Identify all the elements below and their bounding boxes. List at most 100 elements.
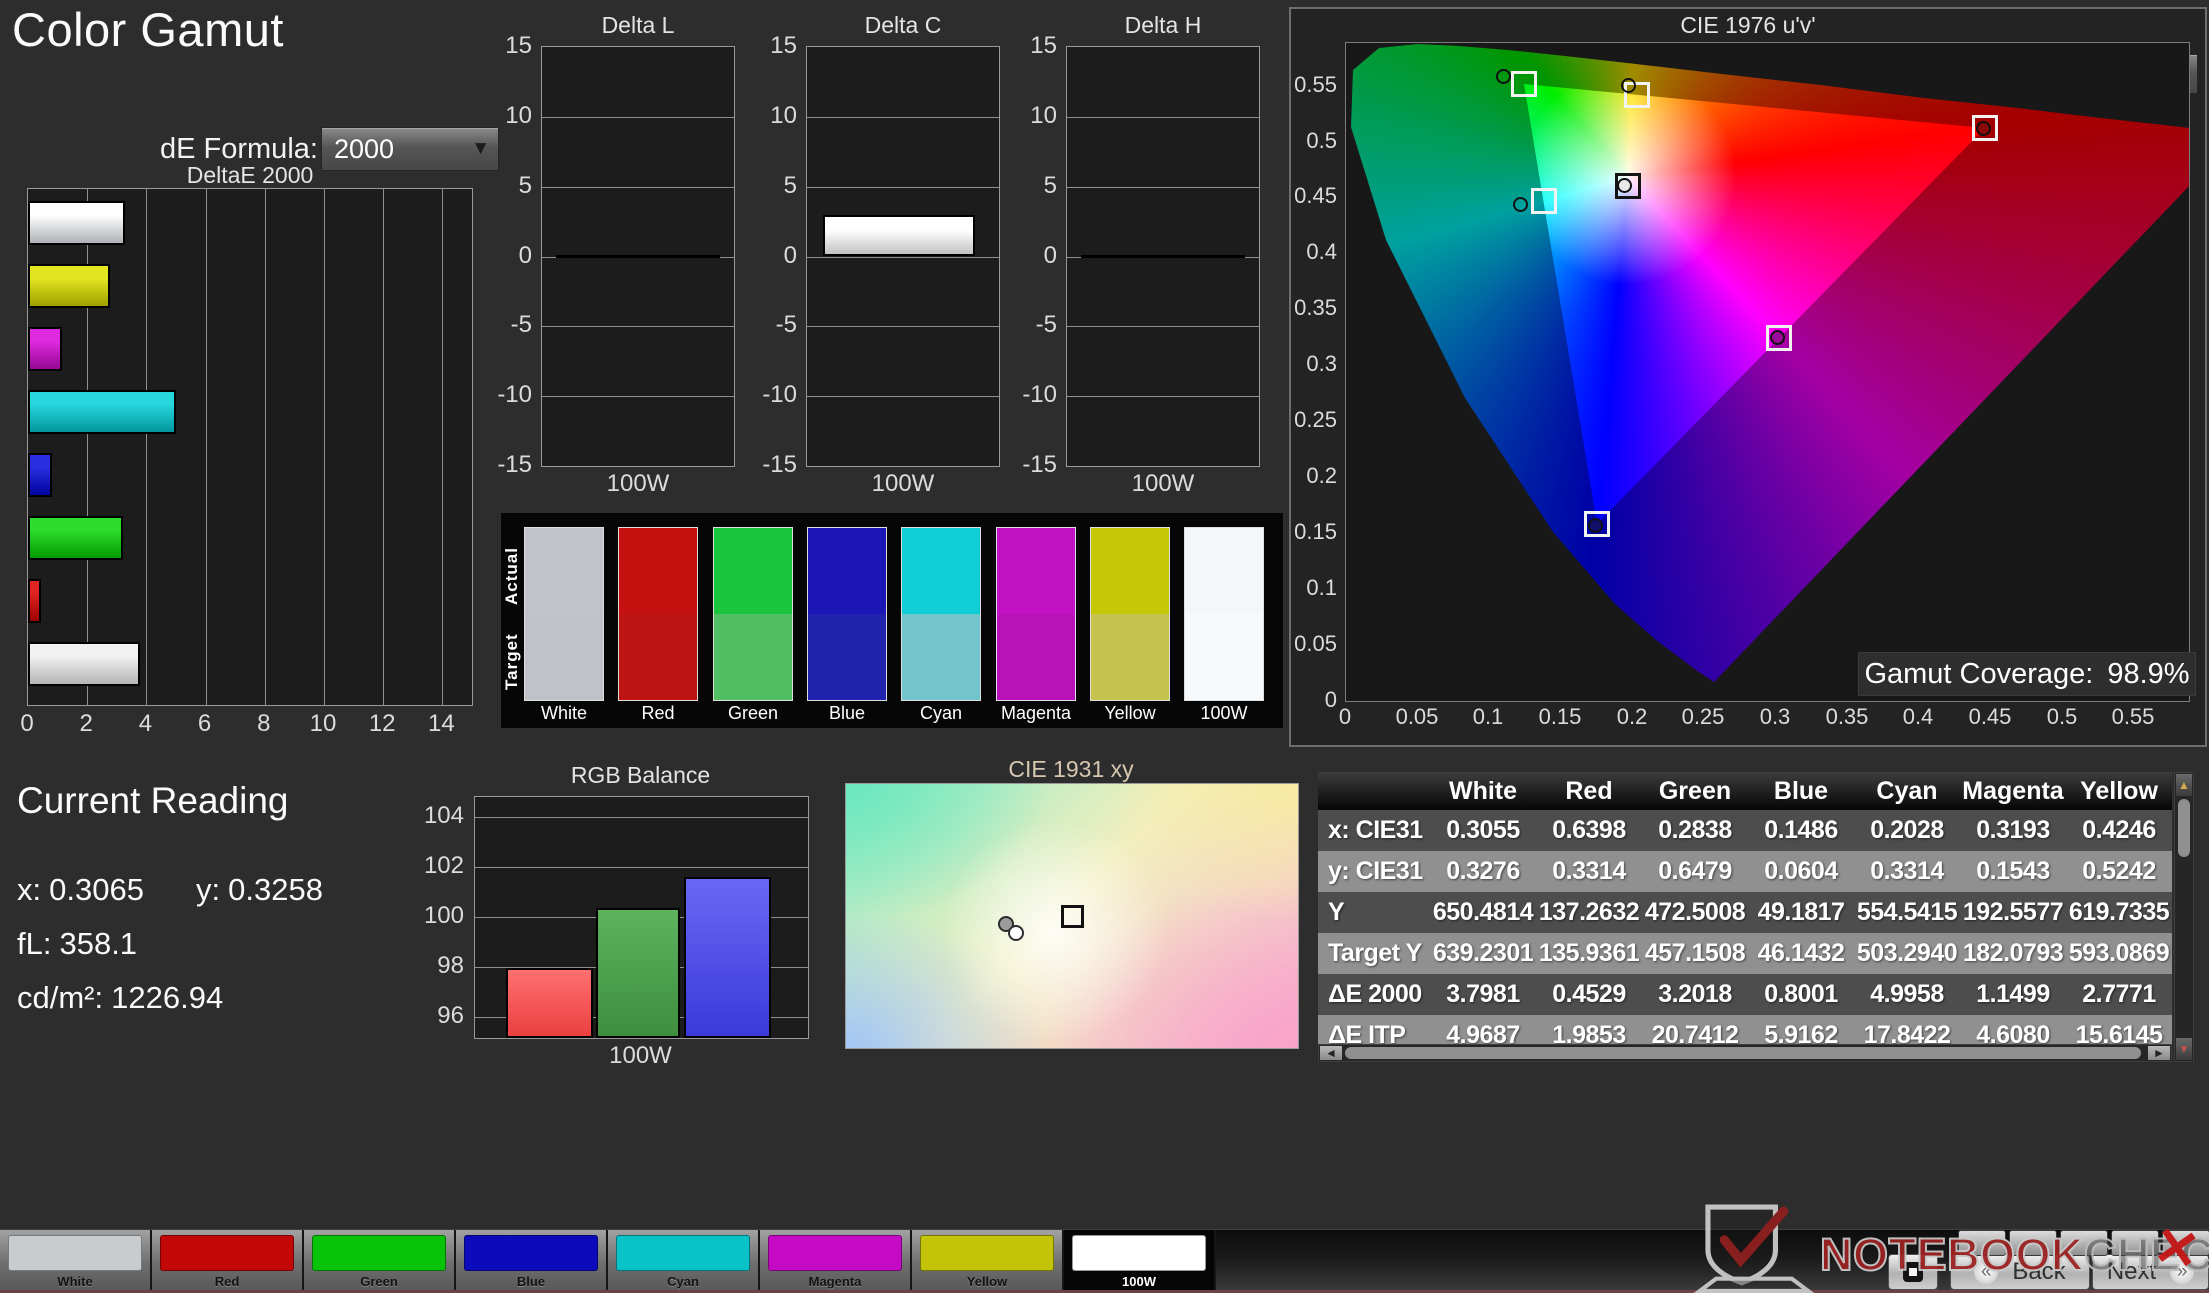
axis-tick-label: 15: [770, 32, 797, 59]
patch-swatch: [160, 1235, 294, 1271]
table-cell: 0.2838: [1658, 816, 1732, 844]
patch-button-label: Magenta: [808, 1274, 862, 1289]
patch-red: [618, 527, 698, 701]
patch-button-label: Green: [360, 1274, 398, 1289]
table-cell: 0.3314: [1552, 857, 1626, 885]
axis-tick-label: 0.4: [1902, 704, 1934, 729]
patch-compare-label: Blue: [828, 703, 866, 723]
actual-row-label: Actual: [502, 547, 521, 605]
table-cell: 0.8001: [1764, 980, 1838, 1008]
scrollbar-thumb[interactable]: [1345, 1047, 2141, 1059]
axis-tick-label: 0.45: [1294, 183, 1337, 208]
axis-tick-label: 0.35: [1294, 295, 1337, 320]
table-vertical-scrollbar[interactable]: ▲ ▼: [2174, 772, 2194, 1062]
delta-l-y-axis: 15 10 5 0 -5 -10 -15: [488, 32, 536, 478]
table-row: ΔE ITP 4.9687 1.9853 20.7412 5.9162 17.8422 4.…: [1318, 1015, 2172, 1044]
patch-button-white[interactable]: White: [0, 1230, 152, 1291]
table-cell: 137.2632: [1538, 898, 1640, 926]
column-header: Red: [1565, 777, 1613, 805]
notebookcheck-shield-icon: [1693, 1204, 1815, 1293]
delta-c-chart: [806, 46, 1000, 467]
measured-marker-red: [1976, 121, 1991, 136]
table-horizontal-scrollbar[interactable]: ◄ ►: [1318, 1044, 2172, 1062]
bar-cyan: [28, 390, 176, 434]
gridline: [146, 189, 148, 705]
patch-magenta: [996, 527, 1076, 701]
gridline: [807, 186, 999, 188]
current-reading-title: Current Reading: [17, 780, 289, 821]
measurement-table: White Red Green Blue Cyan Magenta Yellow x: CI…: [1318, 772, 2172, 1044]
axis-tick-label: 0.55: [2111, 704, 2155, 729]
axis-tick-label: -5: [1035, 311, 1057, 339]
target-square: [1061, 905, 1084, 928]
axis-tick-label: 102: [423, 852, 464, 879]
scroll-down-icon[interactable]: ▼: [2176, 1038, 2192, 1060]
gridline: [1067, 326, 1259, 328]
scrollbar-thumb[interactable]: [2178, 799, 2190, 857]
reading-cdm2-value: 1226.94: [111, 980, 224, 1015]
axis-tick-label: 12: [368, 710, 396, 737]
axis-tick-label: 0.05: [1294, 631, 1337, 656]
axis-tick-label: 10: [309, 710, 337, 737]
delta-c-y-axis: 15 10 5 0 -5 -10 -15: [753, 32, 801, 478]
deltae2000-chart-title: DeltaE 2000: [186, 162, 314, 188]
patch-actual-color: [619, 528, 697, 614]
patch-actual-color: [902, 528, 980, 614]
scroll-up-icon[interactable]: ▲: [2176, 774, 2192, 796]
rgb-balance-x-label: 100W: [609, 1042, 672, 1069]
measured-marker-cyan: [1513, 197, 1528, 212]
patch-button-blue[interactable]: Blue: [456, 1230, 608, 1291]
axis-tick-label: 15: [505, 32, 532, 59]
patch-button-red[interactable]: Red: [152, 1230, 304, 1291]
gridline: [542, 116, 734, 118]
patch-swatch: [464, 1235, 598, 1271]
table-cell: 457.1508: [1644, 939, 1746, 967]
axis-tick-label: 96: [437, 1002, 464, 1029]
bar-red: [506, 967, 593, 1038]
column-header: Yellow: [2080, 777, 2158, 805]
axis-tick-label: 0.5: [2046, 704, 2078, 729]
gridline: [542, 326, 734, 328]
bar-red: [28, 579, 42, 623]
scroll-right-icon[interactable]: ►: [2148, 1046, 2170, 1060]
cie1976-chromaticity-diagram: [1345, 42, 2190, 702]
table-cell: 0.6398: [1552, 816, 1626, 844]
axis-tick-label: 0.1: [1472, 704, 1504, 729]
gridline: [807, 256, 999, 258]
table-row: x: CIE31 0.3055 0.6398 0.2838 0.1486 0.2028 0.…: [1318, 810, 2172, 851]
patch-cyan: [901, 527, 981, 701]
gridline: [264, 189, 266, 705]
table-cell: 20.7412: [1651, 1021, 1739, 1044]
patch-button-yellow[interactable]: Yellow: [912, 1230, 1064, 1291]
gamut-coverage-value: 98.9%: [2107, 657, 2190, 690]
table-cell: 3.7981: [1446, 980, 1520, 1008]
axis-tick-label: 0.55: [1294, 72, 1337, 97]
scroll-left-icon[interactable]: ◄: [1320, 1046, 1342, 1060]
bar-yellow: [28, 264, 111, 308]
patch-compare-label: Red: [641, 703, 675, 723]
patch-compare-label: White: [540, 703, 587, 723]
table-cell: 3.2018: [1658, 980, 1732, 1008]
axis-tick-label: 0.1: [1306, 575, 1337, 600]
axis-tick-label: 0: [518, 241, 532, 269]
patch-swatch: [768, 1235, 902, 1271]
axis-tick-label: 0.35: [1825, 704, 1869, 729]
patch-button-cyan[interactable]: Cyan: [608, 1230, 760, 1291]
patch-button-100w[interactable]: 100W: [1064, 1230, 1216, 1291]
patch-button-magenta[interactable]: Magenta: [760, 1230, 912, 1291]
table-cell: 1.9853: [1552, 1021, 1626, 1044]
table-cell: 4.9687: [1446, 1021, 1520, 1044]
patch-swatch: [312, 1235, 446, 1271]
notebookcheck-watermark: NOTEBOOKCHECK ✕: [1692, 1203, 2209, 1293]
patch-button-green[interactable]: Green: [304, 1230, 456, 1291]
measured-marker-magenta: [1770, 330, 1785, 345]
axis-tick-label: -5: [510, 311, 532, 339]
cie1931-chromaticity-diagram: [845, 783, 1299, 1049]
axis-tick-label: 0.5: [1306, 128, 1337, 153]
axis-tick-label: 5: [1043, 171, 1057, 199]
cie1976-x-axis: 0 0.05 0.1 0.15 0.2 0.25 0.3 0.35 0.4 0.45 0.5 0.55: [1339, 704, 2188, 730]
row-label: Y: [1328, 898, 1345, 926]
reading-fl-label: fL:: [17, 926, 52, 961]
table-cell: 639.2301: [1432, 939, 1534, 967]
axis-tick-label: 14: [428, 710, 455, 737]
